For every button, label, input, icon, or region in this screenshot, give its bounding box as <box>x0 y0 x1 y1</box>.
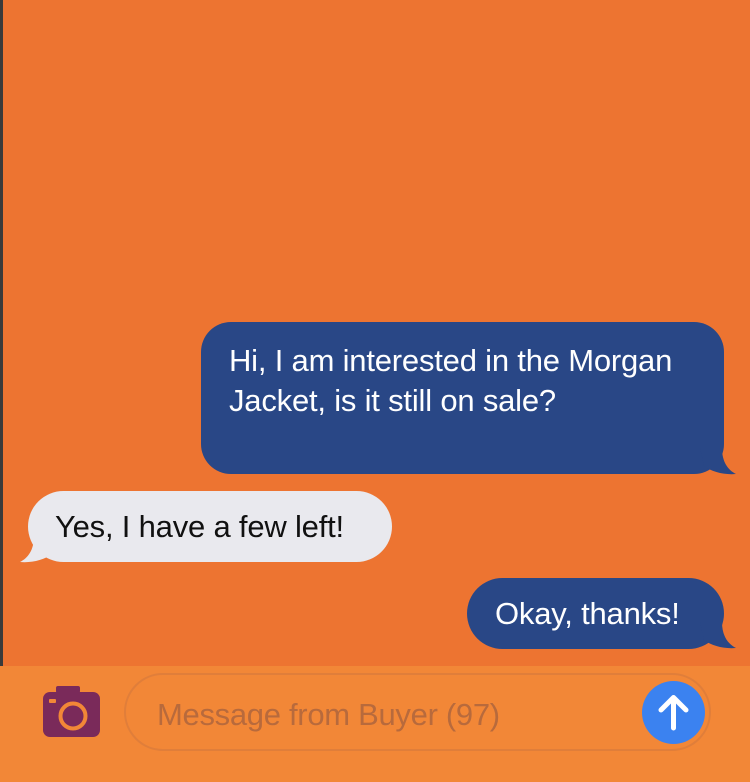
outgoing-message-bubble[interactable]: Okay, thanks! <box>467 578 724 649</box>
camera-icon <box>43 686 100 737</box>
camera-button[interactable] <box>43 686 101 738</box>
message-text: Hi, I am interested in the Morgan Jacket… <box>229 343 673 418</box>
left-edge-divider <box>0 0 3 782</box>
send-button[interactable] <box>642 681 705 744</box>
messages-screen: Hi, I am interested in the Morgan Jacket… <box>0 0 750 782</box>
incoming-bubble-tail <box>20 536 56 563</box>
outgoing-message-bubble[interactable]: Hi, I am interested in the Morgan Jacket… <box>201 322 724 474</box>
arrow-up-icon <box>658 695 689 731</box>
message-text: Yes, I have a few left! <box>55 509 344 544</box>
message-text: Okay, thanks! <box>495 596 680 631</box>
outgoing-bubble-tail <box>700 622 736 649</box>
message-input-placeholder: Message from Buyer (97) <box>157 697 500 732</box>
outgoing-bubble-tail <box>700 448 736 475</box>
incoming-message-bubble[interactable]: Yes, I have a few left! <box>28 491 392 562</box>
